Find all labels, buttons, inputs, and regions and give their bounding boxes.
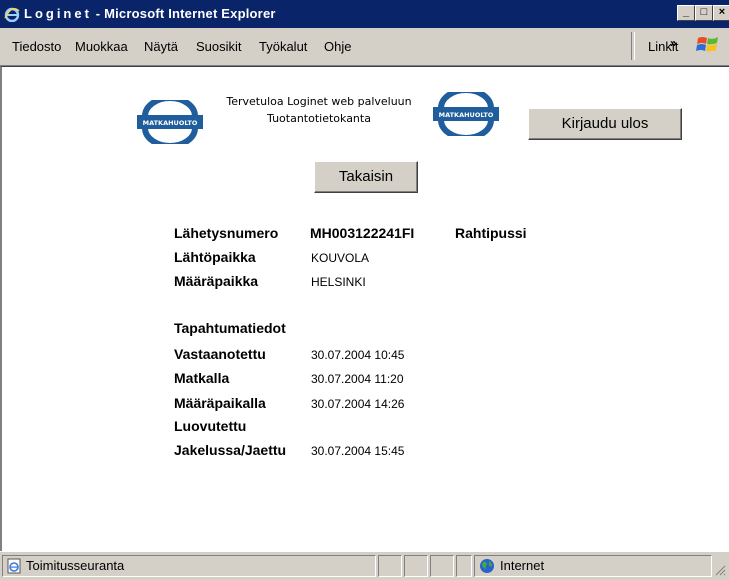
status-pane — [456, 555, 472, 577]
event-label: Matkalla — [174, 370, 230, 386]
menu-tiedosto[interactable]: Tiedosto — [12, 39, 61, 54]
logo-text: MATKAHUOLTO — [143, 119, 198, 127]
shipment-type-value: Rahtipussi — [455, 225, 527, 241]
destination-value: HELSINKI — [311, 275, 366, 289]
event-timestamp: 30.07.2004 11:20 — [311, 372, 404, 386]
status-pane — [430, 555, 454, 577]
event-timestamp: 30.07.2004 14:26 — [311, 397, 405, 411]
event-label: Vastaanotettu — [174, 346, 266, 362]
menu-nayta[interactable]: Näytä — [144, 39, 178, 54]
menu-muokkaa[interactable]: Muokkaa — [75, 39, 128, 54]
internet-explorer-icon — [4, 7, 20, 22]
events-heading: Tapahtumatiedot — [174, 320, 286, 336]
close-button[interactable]: × — [713, 5, 729, 21]
event-label: Luovutettu — [174, 418, 247, 434]
destination-label: Määräpaikka — [174, 273, 259, 289]
menu-bar: Tiedosto Muokkaa Näytä Suosikit Työkalut… — [0, 28, 729, 66]
menu-suosikit[interactable]: Suosikit — [196, 39, 242, 54]
windows-logo-icon — [696, 37, 718, 52]
status-text: Toimitusseuranta — [26, 558, 125, 573]
welcome-text: Tervetuloa Loginet web palveluun Tuotant… — [206, 93, 432, 127]
event-timestamp: 30.07.2004 15:45 — [311, 444, 405, 458]
links-chevron-icon[interactable]: » — [670, 36, 677, 50]
window-title-app: Loginet — [24, 6, 92, 21]
welcome-line: Tervetuloa Loginet web palveluun — [226, 95, 412, 108]
status-pane — [378, 555, 402, 577]
logo-text: MATKAHUOLTO — [439, 111, 494, 119]
maximize-button[interactable]: □ — [695, 5, 713, 21]
event-label: Jakelussa/Jaettu — [174, 442, 287, 458]
shipment-number-label: Lähetysnumero — [174, 225, 279, 241]
event-timestamp: 30.07.2004 10:45 — [311, 348, 405, 362]
status-bar: Toimitusseuranta Internet — [0, 551, 729, 580]
shipment-number-value: MH003122241FI — [310, 225, 415, 241]
menu-tyokalut[interactable]: Työkalut — [259, 39, 307, 54]
internet-zone-globe-icon — [480, 559, 494, 573]
page-icon — [7, 558, 21, 574]
origin-value: KOUVOLA — [311, 251, 370, 265]
logout-button[interactable]: Kirjaudu ulos — [528, 108, 682, 140]
menu-separator — [631, 32, 635, 60]
matkahuolto-logo-left: MATKAHUOLTO — [137, 100, 203, 144]
menu-ohje[interactable]: Ohje — [324, 39, 351, 54]
title-bar[interactable]: Loginet - Microsoft Internet Explorer _ … — [0, 0, 729, 28]
zone-text: Internet — [500, 558, 545, 573]
resize-grip-icon[interactable] — [714, 564, 726, 576]
back-button[interactable]: Takaisin — [314, 161, 418, 193]
window-title: Loginet - Microsoft Internet Explorer — [24, 6, 276, 21]
welcome-subtitle: Tuotantotietokanta — [267, 112, 371, 125]
minimize-button[interactable]: _ — [677, 5, 695, 21]
event-label: Määräpaikalla — [174, 395, 266, 411]
matkahuolto-logo-right: MATKAHUOLTO — [433, 92, 499, 136]
status-pane — [404, 555, 428, 577]
window-title-suffix: - Microsoft Internet Explorer — [91, 6, 276, 21]
origin-label: Lähtöpaikka — [174, 249, 256, 265]
